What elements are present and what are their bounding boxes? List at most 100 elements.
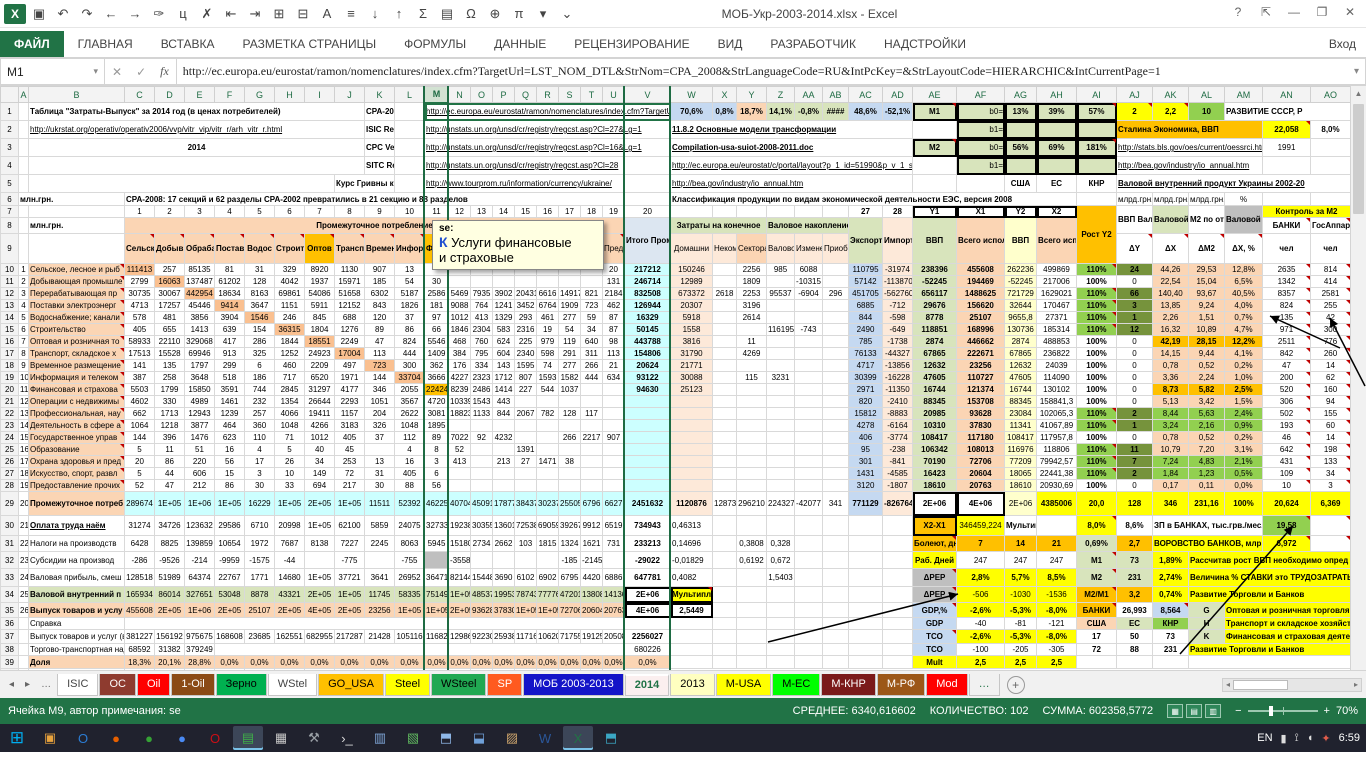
row-header-33[interactable]: 33	[1, 569, 19, 587]
cell[interactable]: 462	[603, 300, 625, 312]
cell[interactable]	[493, 552, 515, 569]
cell[interactable]: 1991	[1263, 139, 1311, 157]
cell[interactable]: 238396	[913, 264, 957, 276]
cell[interactable]	[1263, 193, 1311, 206]
cell[interactable]: 1713	[155, 408, 185, 420]
cell[interactable]: 341	[823, 492, 849, 516]
cell[interactable]: 22441,38	[1037, 468, 1077, 480]
cell[interactable]: 116826	[425, 630, 449, 644]
cell[interactable]: 0,0%	[425, 656, 449, 669]
cell[interactable]: 0,2%	[1225, 360, 1263, 372]
cell[interactable]: 2Е+05	[335, 603, 365, 618]
cell[interactable]: США	[1077, 618, 1117, 630]
cell[interactable]: 19238	[449, 516, 471, 536]
cell[interactable]: 1051	[365, 396, 395, 408]
cell[interactable]: 150246	[671, 264, 713, 276]
cell[interactable]: 1621	[581, 536, 603, 552]
cell[interactable]: 0	[1117, 276, 1153, 288]
cell[interactable]: 6886	[603, 569, 625, 587]
cell[interactable]: 2874	[913, 336, 957, 348]
cell[interactable]: 108013	[957, 444, 1005, 456]
cell[interactable]: 246714	[625, 276, 671, 288]
cell[interactable]: 0	[1117, 372, 1153, 384]
cell[interactable]: 7	[305, 206, 335, 218]
cell[interactable]: 1846	[449, 324, 471, 336]
cell[interactable]: 185	[365, 276, 395, 288]
cell[interactable]	[767, 587, 795, 603]
cell[interactable]: ΔX, %	[1225, 234, 1263, 264]
cell[interactable]: 57142	[849, 276, 883, 288]
cell[interactable]: 1595	[515, 360, 537, 372]
cell[interactable]: Раб. Дней	[913, 552, 957, 569]
cell[interactable]: 2845	[275, 384, 305, 396]
cell[interactable]: 362	[425, 360, 449, 372]
cell[interactable]: 2Е+06	[625, 587, 671, 603]
cell[interactable]: ВВП	[913, 218, 957, 264]
cell[interactable]: 6627	[603, 492, 625, 516]
cell[interactable]: 907	[603, 432, 625, 444]
cell[interactable]: ВВП	[1005, 218, 1037, 264]
cell[interactable]: 1Е+06	[185, 603, 215, 618]
cell[interactable]: Валовой внутренний п	[29, 587, 125, 603]
cell[interactable]: -44	[275, 552, 305, 569]
cell[interactable]: 16744	[913, 384, 957, 396]
row-header-15[interactable]: 15	[1, 324, 19, 336]
sheet-tab-Oil[interactable]: Oil	[137, 674, 170, 696]
cell[interactable]: 70,6%	[671, 103, 713, 121]
cell[interactable]	[603, 669, 625, 671]
cell[interactable]: 1Е+05	[155, 492, 185, 516]
cell[interactable]	[559, 468, 581, 480]
cell[interactable]: 20763	[957, 480, 1005, 492]
cell[interactable]: 47	[1263, 360, 1311, 372]
ribbon-tab-надстройки[interactable]: НАДСТРОЙКИ	[870, 31, 980, 57]
cell[interactable]: 289674	[125, 492, 155, 516]
cell[interactable]: 913	[215, 348, 245, 360]
cell[interactable]: 13	[471, 206, 493, 218]
cell[interactable]: 18065	[1005, 468, 1037, 480]
row-header-37[interactable]: 37	[1, 630, 19, 644]
cell[interactable]	[713, 516, 737, 536]
cell[interactable]: 277	[559, 312, 581, 324]
cell[interactable]: 2304	[471, 324, 493, 336]
cell[interactable]: 168996	[957, 324, 1005, 336]
cell[interactable]: 22,058	[1263, 121, 1311, 139]
cell[interactable]	[737, 456, 767, 468]
cell[interactable]: 0,0%	[559, 656, 581, 669]
cell[interactable]: Валовой выпуск	[1225, 206, 1263, 234]
cell[interactable]: 1461	[215, 396, 245, 408]
cell[interactable]: КНР	[1077, 175, 1117, 193]
cell[interactable]: 0,52	[1189, 432, 1225, 444]
cell[interactable]: 72538	[515, 516, 537, 536]
cell[interactable]: 481	[155, 312, 185, 324]
cell[interactable]: 18823	[449, 408, 471, 420]
cell[interactable]: X2-X1	[913, 516, 957, 536]
cell[interactable]: 286	[245, 336, 275, 348]
cell[interactable]	[537, 276, 559, 288]
cell[interactable]: 18,7%	[737, 103, 767, 121]
cell[interactable]	[29, 669, 125, 671]
cell[interactable]: 128	[245, 276, 275, 288]
cell[interactable]	[795, 552, 823, 569]
help-icon[interactable]: ?	[1224, 0, 1252, 24]
cell[interactable]: 25	[19, 587, 29, 603]
cell[interactable]: 23084	[1005, 408, 1037, 420]
cell[interactable]	[795, 300, 823, 312]
cell[interactable]: 17	[19, 456, 29, 468]
cell[interactable]: 110%	[1077, 408, 1117, 420]
cell[interactable]: 2586	[425, 288, 449, 300]
cell[interactable]: Торгово-транспортная над	[29, 644, 125, 656]
scroll-up-icon[interactable]: ▲	[1351, 86, 1366, 102]
cell[interactable]: 12632	[913, 360, 957, 372]
cell[interactable]: 100%	[1077, 348, 1117, 360]
cell[interactable]: 20307	[671, 300, 713, 312]
cell[interactable]: 845	[305, 312, 335, 324]
cell[interactable]	[737, 644, 767, 656]
cell[interactable]	[1037, 516, 1077, 536]
cell[interactable]: 25938	[493, 630, 515, 644]
cell[interactable]: 112	[395, 432, 425, 444]
cell[interactable]: 23685	[245, 630, 275, 644]
cell[interactable]: 0,0%	[537, 656, 559, 669]
cell[interactable]: http://ec.europa.eu/eurostat/ramon/nomen…	[425, 103, 671, 121]
ribbon-tab-разметка-страницы[interactable]: РАЗМЕТКА СТРАНИЦЫ	[229, 31, 391, 57]
column-header-J[interactable]: J	[335, 87, 365, 103]
